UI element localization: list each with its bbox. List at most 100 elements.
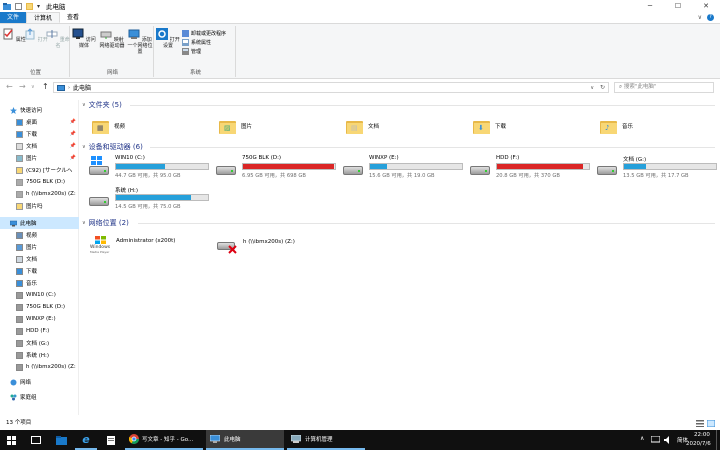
new-folder-quick-icon[interactable]	[26, 2, 33, 10]
address-dropdown-button[interactable]: ∨	[590, 85, 594, 91]
nav-pc-item[interactable]: 系统 (H:)	[0, 349, 79, 361]
nav-quick-item[interactable]: 图片吗	[0, 200, 79, 212]
breadcrumb-this-pc[interactable]: 此电脑	[73, 83, 91, 92]
taskbar-explorer-pinned[interactable]	[50, 430, 72, 450]
network-location-media-server[interactable]: Windows Media Player Administrator (x200…	[90, 236, 175, 254]
nav-pc-item[interactable]: 750G BLK (D:)	[0, 301, 79, 313]
nav-pc-item[interactable]: 图片	[0, 241, 79, 253]
nav-item-label: 系统 (H:)	[26, 353, 50, 359]
nav-item-icon	[16, 178, 23, 186]
clock-time[interactable]: 22:00	[694, 432, 710, 438]
ribbon-collapse-icon[interactable]: ∨	[698, 14, 702, 21]
nav-pc-item[interactable]: 下载	[0, 265, 79, 277]
add-location-button[interactable]: 添加一个网络位置	[126, 28, 154, 55]
nav-quick-item[interactable]: 下载 📌	[0, 128, 79, 140]
tab-view[interactable]: 查看	[60, 12, 86, 23]
back-button[interactable]: ←	[6, 82, 13, 91]
nav-network[interactable]: 网络	[0, 376, 79, 388]
drive-item[interactable]: WINXP (E:) 15.6 GB 可用，共 19.0 GB	[343, 154, 468, 182]
task-view-button[interactable]	[25, 430, 47, 450]
taskbar-ie[interactable]: e	[75, 430, 97, 450]
tab-computer[interactable]: 计算机	[26, 12, 61, 23]
nav-quick-item[interactable]: 桌面 📌	[0, 116, 79, 128]
drive-item[interactable]: 文档 (G:) 13.5 GB 可用，共 17.7 GB	[597, 154, 720, 182]
nav-pc-item[interactable]: 文档	[0, 253, 79, 265]
drive-item[interactable]: HDD (F:) 20.8 GB 可用，共 370 GB	[470, 154, 595, 182]
maximize-button[interactable]: ☐	[664, 0, 692, 12]
open-settings-button[interactable]: 打开设置	[156, 28, 180, 49]
details-view-icon[interactable]	[696, 420, 704, 427]
access-media-button[interactable]: 访问媒体	[72, 28, 96, 49]
search-input[interactable]: ⌕ 搜索"此电脑"	[614, 82, 714, 93]
folder-item[interactable]: ▤ 文档	[346, 116, 379, 136]
nav-pc-item[interactable]: 文档 (G:)	[0, 337, 79, 349]
drive-name: 750G BLK (D:)	[242, 155, 282, 161]
drive-item[interactable]: 750G BLK (D:) 6.95 GB 可用，共 698 GB	[216, 154, 341, 182]
nav-pc-item[interactable]: 音乐	[0, 277, 79, 289]
taskbar-explorer-window[interactable]: 此电脑	[206, 430, 284, 450]
refresh-button[interactable]: ↻	[600, 84, 605, 91]
section-devices[interactable]: ∨ 设备和驱动器 (6)	[82, 142, 143, 152]
clock-date[interactable]: 2020/7/6	[686, 441, 711, 447]
drive-item[interactable]: WIN10 (C:) 44.7 GB 可用，共 95.0 GB	[89, 154, 214, 182]
status-bar: 13 个项目	[0, 418, 720, 429]
nav-quick-item[interactable]: 图片 📌	[0, 152, 79, 164]
help-button[interactable]: ?	[707, 14, 714, 21]
folder-item[interactable]: ▨ 图片	[219, 116, 252, 136]
folder-item[interactable]: ⬇ 下载	[473, 116, 506, 136]
section-network[interactable]: ∨ 网络位置 (2)	[82, 218, 129, 228]
pin-icon: 📌	[69, 131, 76, 137]
uninstall-button[interactable]: 卸载或更改程序	[182, 30, 226, 37]
nav-homegroup-label: 家庭组	[20, 395, 37, 401]
folder-icon: ▤	[346, 119, 363, 134]
quick-access-dropdown-icon[interactable]: ▾	[37, 3, 40, 10]
tiles-view-icon[interactable]	[707, 420, 715, 427]
show-hidden-icons-button[interactable]: ∧	[640, 435, 644, 442]
close-button[interactable]: ✕	[692, 0, 720, 12]
taskbar-chrome[interactable]: 写文章 - 知乎 - Go...	[125, 430, 203, 450]
network-tray-icon[interactable]	[651, 436, 660, 443]
nav-quick-item[interactable]: h (\\ibmx200s) (Z:	[0, 188, 79, 200]
show-desktop-button[interactable]	[716, 430, 720, 450]
recent-locations-button[interactable]: ∨	[31, 84, 35, 90]
drive-name: WINXP (E:)	[369, 155, 399, 161]
rename-button[interactable]: 重命名	[46, 28, 70, 49]
nav-pc-item[interactable]: WIN10 (C:)	[0, 289, 79, 301]
drive-item[interactable]: 系统 (H:) 14.5 GB 可用，共 75.0 GB	[89, 185, 214, 213]
nav-quick-item[interactable]: 文档 📌	[0, 140, 79, 152]
folder-item[interactable]: ♪ 音乐	[600, 116, 633, 136]
nav-homegroup[interactable]: 家庭组	[0, 391, 79, 403]
hard-drive-icon	[470, 166, 490, 175]
properties-quick-icon[interactable]	[15, 2, 22, 10]
nav-quick-access[interactable]: 快速访问	[0, 104, 79, 116]
nav-pc-item[interactable]: h (\\ibmx200s) (Z:	[0, 361, 79, 373]
taskbar-pinned-app[interactable]	[100, 430, 122, 450]
nav-item-icon	[16, 339, 23, 347]
network-location-share[interactable]: h (\\ibmx200s) (Z:)	[217, 238, 295, 254]
nav-quick-item[interactable]: 750G BLK (D:)	[0, 176, 79, 188]
minimize-button[interactable]: ─	[636, 0, 664, 12]
start-button[interactable]	[0, 430, 22, 450]
properties-button[interactable]: 属性	[2, 28, 26, 43]
section-folders[interactable]: ∨ 文件夹 (5)	[82, 100, 122, 110]
nav-this-pc[interactable]: 此电脑	[0, 217, 79, 229]
nav-pc-item[interactable]: 视频	[0, 229, 79, 241]
map-drive-button[interactable]: 映射网络驱动器	[98, 28, 126, 49]
nav-pc-item[interactable]: WINXP (E:)	[0, 313, 79, 325]
folder-item[interactable]: ▦ 视频	[92, 116, 125, 136]
system-properties-button[interactable]: 系统属性	[182, 39, 211, 46]
media-player-logo-text: Media Player	[90, 250, 110, 254]
drive-usage-bar	[369, 163, 463, 170]
tab-file[interactable]: 文件	[0, 12, 27, 23]
forward-button[interactable]: →	[19, 82, 26, 91]
taskbar-computer-management[interactable]: 计算机管理	[287, 430, 365, 450]
volume-icon[interactable]	[664, 436, 672, 444]
nav-pc-item[interactable]: HDD (F:)	[0, 325, 79, 337]
address-input[interactable]: › 此电脑 ∨ ↻	[53, 82, 609, 93]
manage-button[interactable]: 管理	[182, 48, 201, 55]
open-button[interactable]: 打开	[24, 28, 48, 43]
up-button[interactable]: ↑	[42, 82, 49, 91]
nav-quick-item[interactable]: (C92) [サークルヘ	[0, 164, 79, 176]
drive-usage-bar	[496, 163, 590, 170]
add-location-icon	[128, 29, 140, 39]
